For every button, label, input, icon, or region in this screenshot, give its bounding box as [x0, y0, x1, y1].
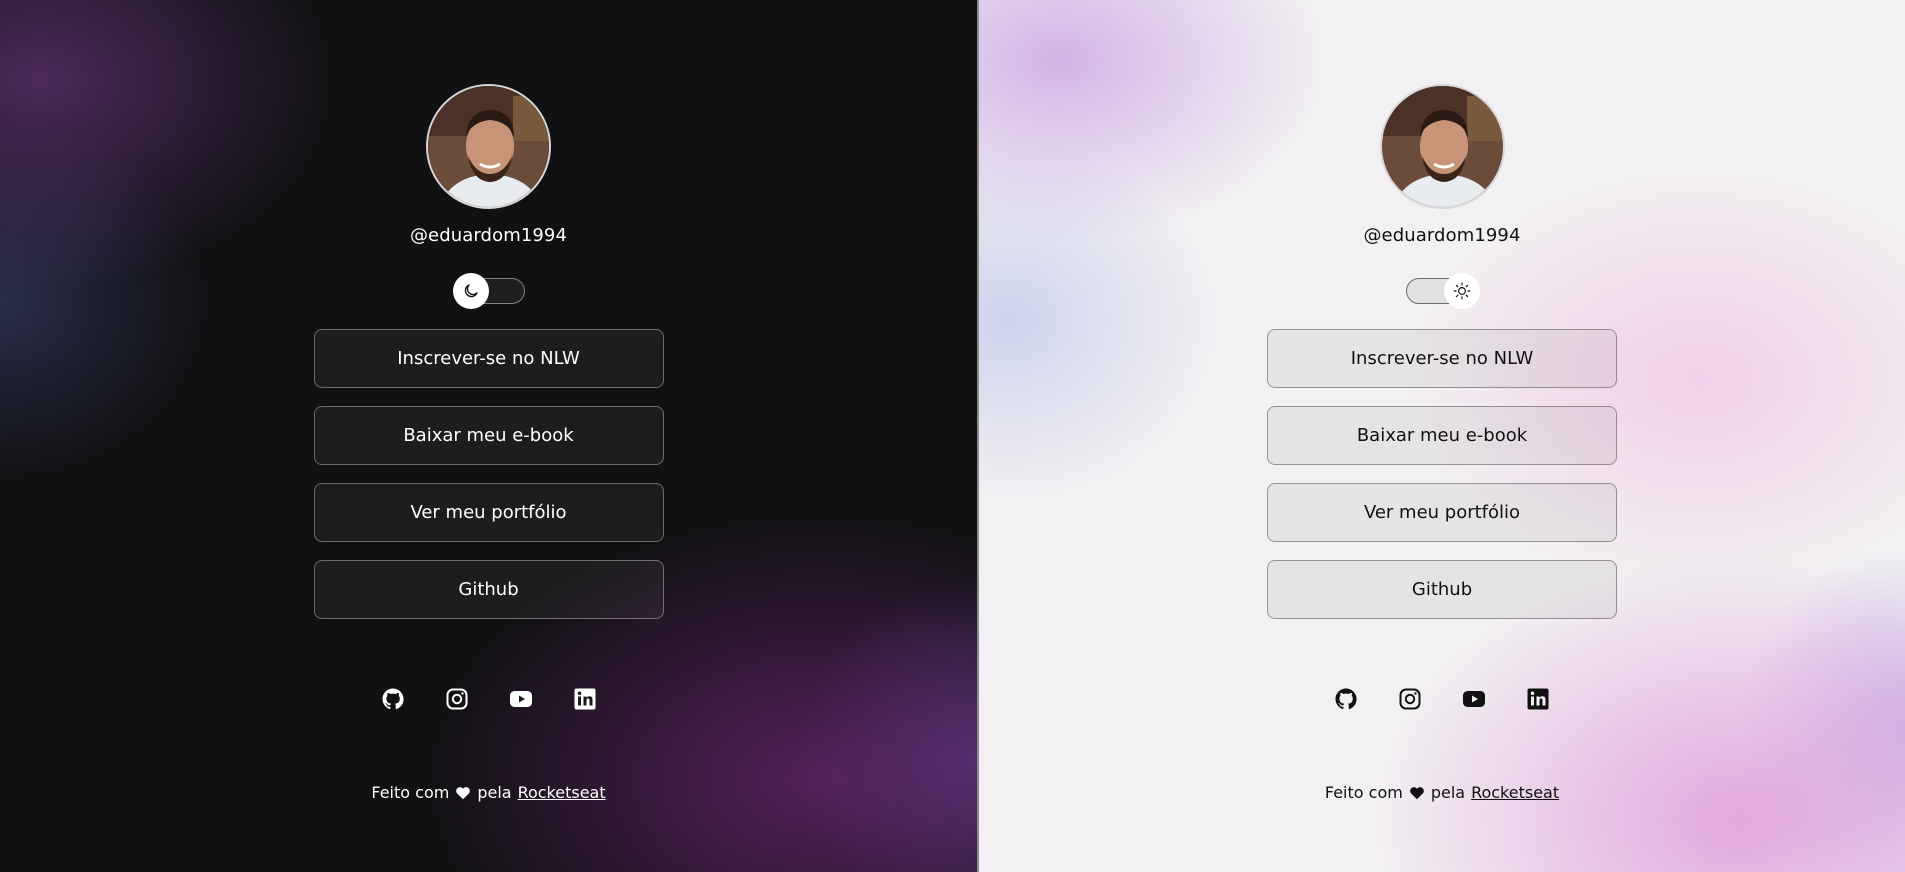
footer-middle: pela — [477, 783, 512, 802]
link-button-github[interactable]: Github — [1267, 560, 1617, 619]
link-button-nlw[interactable]: Inscrever-se no NLW — [1267, 329, 1617, 388]
profile-container: @eduardom1994 Inscrever-se no NLW Baixar… — [1267, 84, 1617, 802]
footer-prefix: Feito com — [371, 783, 450, 802]
light-theme-panel: @eduardom1994 Inscrever-se no NLW Baixar… — [979, 0, 1905, 872]
link-button-github[interactable]: Github — [313, 560, 664, 619]
footer: Feito com pela Rocketseat — [371, 783, 605, 802]
linkedin-icon[interactable] — [573, 687, 597, 711]
username: @eduardom1994 — [1363, 225, 1521, 246]
youtube-icon[interactable] — [509, 687, 533, 711]
instagram-icon[interactable] — [445, 687, 469, 711]
theme-toggle[interactable] — [1406, 269, 1480, 309]
heart-icon — [455, 785, 471, 801]
footer: Feito com pela Rocketseat — [1325, 783, 1559, 802]
footer-prefix: Feito com — [1324, 783, 1403, 802]
link-button-portfolio[interactable]: Ver meu portfólio — [1267, 483, 1617, 542]
comparison-stage: @eduardom1994 Inscrever-se no NLW Baixar… — [0, 0, 1905, 872]
footer-middle: pela — [1430, 783, 1466, 802]
link-button-ebook[interactable]: Baixar meu e-book — [1267, 406, 1617, 465]
avatar — [426, 84, 551, 209]
link-button-ebook[interactable]: Baixar meu e-book — [313, 406, 664, 465]
rocketseat-link[interactable]: Rocketseat — [518, 783, 606, 802]
rocketseat-link[interactable]: Rocketseat — [1471, 783, 1559, 802]
social-links — [1334, 687, 1550, 711]
toggle-knob[interactable] — [452, 273, 489, 309]
moon-icon — [464, 284, 478, 298]
github-icon[interactable] — [381, 687, 405, 711]
github-icon[interactable] — [1334, 687, 1358, 711]
linkedin-icon[interactable] — [1526, 687, 1550, 711]
avatar — [1379, 84, 1505, 209]
dark-theme-panel: @eduardom1994 Inscrever-se no NLW Baixar… — [0, 0, 977, 872]
heart-icon — [1409, 785, 1425, 801]
links-list: Inscrever-se no NLW Baixar meu e-book Ve… — [313, 329, 664, 619]
youtube-icon[interactable] — [1462, 687, 1486, 711]
username: @eduardom1994 — [409, 225, 568, 246]
theme-toggle[interactable] — [452, 269, 525, 309]
profile-container: @eduardom1994 Inscrever-se no NLW Baixar… — [313, 84, 664, 802]
link-button-portfolio[interactable]: Ver meu portfólio — [313, 483, 664, 542]
links-list: Inscrever-se no NLW Baixar meu e-book Ve… — [1267, 329, 1617, 619]
toggle-knob[interactable] — [1444, 273, 1480, 309]
link-button-nlw[interactable]: Inscrever-se no NLW — [313, 329, 664, 388]
sun-icon — [1453, 282, 1471, 300]
avatar-photo — [428, 86, 549, 207]
social-links — [381, 687, 597, 711]
instagram-icon[interactable] — [1398, 687, 1422, 711]
avatar-photo — [1381, 86, 1503, 207]
